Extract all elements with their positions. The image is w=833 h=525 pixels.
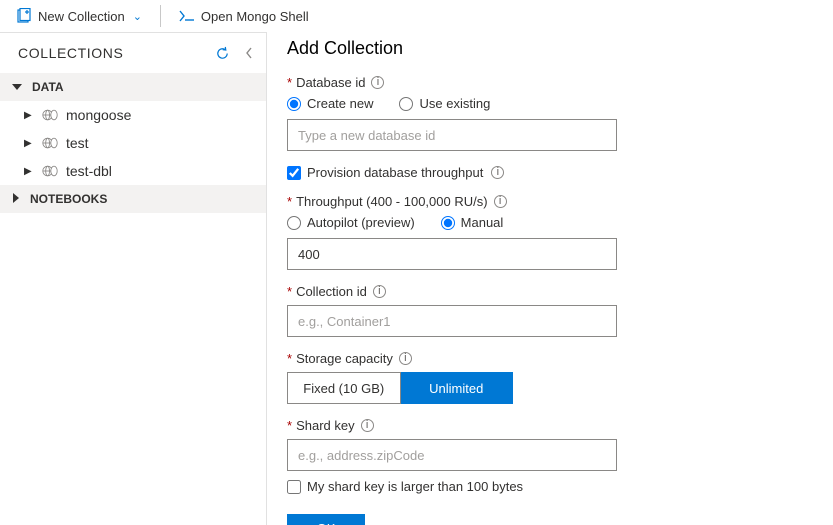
database-icon: [42, 108, 58, 122]
radio-create-new[interactable]: Create new: [287, 96, 373, 111]
toolbar-separator: [160, 5, 161, 27]
new-collection-icon: [16, 8, 32, 24]
radio-manual[interactable]: Manual: [441, 215, 504, 230]
shard-key-label: Shard key: [296, 418, 355, 433]
collection-id-label: Collection id: [296, 284, 367, 299]
tree-item-test-dbl[interactable]: ▶ test-dbl: [0, 157, 266, 185]
info-icon[interactable]: i: [371, 76, 384, 89]
radio-manual-label: Manual: [461, 215, 504, 230]
checkbox-large-shard-label: My shard key is larger than 100 bytes: [307, 479, 523, 494]
tree-item-test[interactable]: ▶ test: [0, 129, 266, 157]
mongo-shell-icon: [179, 10, 195, 22]
info-icon[interactable]: i: [399, 352, 412, 365]
required-marker: *: [287, 284, 292, 299]
caret-right-icon: ▶: [24, 166, 34, 177]
radio-autopilot-label: Autopilot (preview): [307, 215, 415, 230]
refresh-icon[interactable]: [215, 46, 230, 61]
tree-section-notebooks[interactable]: NOTEBOOKS: [0, 185, 266, 213]
checkbox-large-shard-input[interactable]: [287, 480, 301, 494]
panel-title: Add Collection: [287, 38, 813, 59]
throughput-input[interactable]: [287, 238, 617, 270]
radio-autopilot[interactable]: Autopilot (preview): [287, 215, 415, 230]
radio-use-existing-label: Use existing: [419, 96, 490, 111]
new-collection-button[interactable]: New Collection ⌄: [8, 4, 150, 28]
new-collection-label: New Collection: [38, 9, 125, 24]
caret-right-icon: ▶: [24, 110, 34, 121]
ok-button[interactable]: OK: [287, 514, 365, 525]
checkbox-provision[interactable]: Provision database throughput i: [287, 165, 813, 180]
required-marker: *: [287, 351, 292, 366]
radio-manual-input[interactable]: [441, 216, 455, 230]
info-icon[interactable]: i: [361, 419, 374, 432]
tree-section-data[interactable]: DATA: [0, 73, 266, 101]
database-id-input[interactable]: [287, 119, 617, 151]
open-shell-button[interactable]: Open Mongo Shell: [171, 5, 317, 28]
field-provision: Provision database throughput i: [287, 165, 813, 180]
field-storage: * Storage capacity i Fixed (10 GB) Unlim…: [287, 351, 813, 404]
throughput-label: Throughput (400 - 100,000 RU/s): [296, 194, 488, 209]
shard-key-input[interactable]: [287, 439, 617, 471]
sidebar: COLLECTIONS DATA ▶ mongoose: [0, 32, 267, 525]
chevron-down-icon: ⌄: [133, 10, 142, 23]
collapse-sidebar-icon[interactable]: [244, 47, 254, 59]
tree-item-label: mongoose: [66, 107, 131, 123]
tree-section-label: DATA: [32, 80, 64, 94]
database-id-label: Database id: [296, 75, 365, 90]
storage-segmented-control: Fixed (10 GB) Unlimited: [287, 372, 513, 404]
database-icon: [42, 136, 58, 150]
sidebar-header: COLLECTIONS: [0, 33, 266, 73]
required-marker: *: [287, 194, 292, 209]
required-marker: *: [287, 75, 292, 90]
tree-item-label: test-dbl: [66, 163, 112, 179]
radio-create-new-input[interactable]: [287, 97, 301, 111]
checkbox-provision-input[interactable]: [287, 166, 301, 180]
field-collection-id: * Collection id i: [287, 284, 813, 337]
caret-right-icon: ▶: [24, 138, 34, 149]
caret-right-icon: [12, 192, 20, 206]
checkbox-provision-label: Provision database throughput: [307, 165, 483, 180]
radio-use-existing[interactable]: Use existing: [399, 96, 490, 111]
top-toolbar: New Collection ⌄ Open Mongo Shell: [0, 0, 833, 32]
tree-item-mongoose[interactable]: ▶ mongoose: [0, 101, 266, 129]
tree-section-label: NOTEBOOKS: [30, 192, 107, 206]
storage-label: Storage capacity: [296, 351, 393, 366]
field-throughput: * Throughput (400 - 100,000 RU/s) i Auto…: [287, 194, 813, 270]
collection-id-input[interactable]: [287, 305, 617, 337]
info-icon[interactable]: i: [491, 166, 504, 179]
info-icon[interactable]: i: [494, 195, 507, 208]
main-area: COLLECTIONS DATA ▶ mongoose: [0, 32, 833, 525]
checkbox-large-shard[interactable]: My shard key is larger than 100 bytes: [287, 479, 813, 494]
open-shell-label: Open Mongo Shell: [201, 9, 309, 24]
add-collection-panel: Add Collection * Database id i Create ne…: [267, 32, 833, 525]
radio-use-existing-input[interactable]: [399, 97, 413, 111]
radio-autopilot-input[interactable]: [287, 216, 301, 230]
radio-create-new-label: Create new: [307, 96, 373, 111]
storage-unlimited-button[interactable]: Unlimited: [401, 372, 514, 404]
database-icon: [42, 164, 58, 178]
field-shard-key: * Shard key i My shard key is larger tha…: [287, 418, 813, 494]
tree-item-label: test: [66, 135, 89, 151]
field-database-id: * Database id i Create new Use existing: [287, 75, 813, 151]
caret-down-icon: [12, 80, 22, 94]
info-icon[interactable]: i: [373, 285, 386, 298]
required-marker: *: [287, 418, 292, 433]
sidebar-title: COLLECTIONS: [18, 45, 123, 61]
storage-fixed-button[interactable]: Fixed (10 GB): [287, 372, 401, 404]
